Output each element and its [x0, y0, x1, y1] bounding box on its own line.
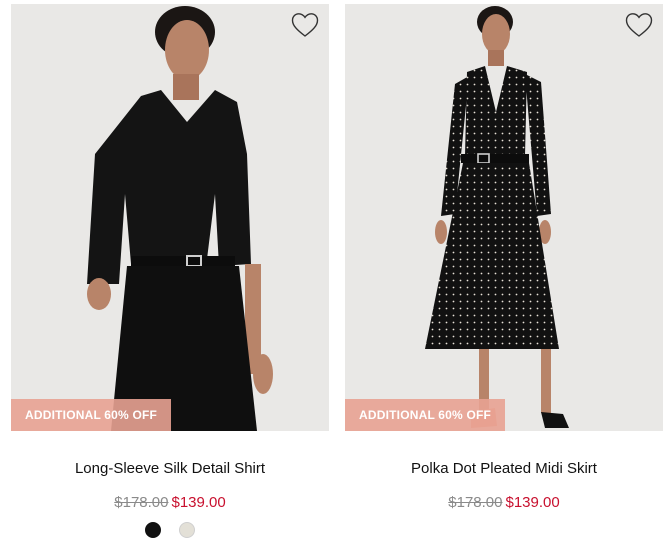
- color-swatches: [11, 522, 329, 538]
- product-image-link[interactable]: ADDITIONAL 60% OFF: [11, 4, 329, 431]
- heart-outline-icon[interactable]: [625, 12, 653, 38]
- price-row: $178.00 $139.00: [11, 494, 329, 512]
- heart-outline-icon[interactable]: [291, 12, 319, 38]
- product-info: Polka Dot Pleated Midi Skirt $178.00 $139…: [345, 460, 663, 512]
- original-price: $178.00: [448, 494, 503, 511]
- product-card: ADDITIONAL 60% OFF Polka Dot Pleated Mid…: [345, 4, 663, 512]
- product-image: [11, 4, 329, 431]
- original-price: $178.00: [114, 494, 169, 511]
- sale-price: $139.00: [171, 494, 226, 511]
- product-name-link[interactable]: Polka Dot Pleated Midi Skirt: [345, 460, 663, 478]
- product-name-link[interactable]: Long-Sleeve Silk Detail Shirt: [11, 460, 329, 478]
- price-row: $178.00 $139.00: [345, 494, 663, 512]
- product-card: ADDITIONAL 60% OFF Long-Sleeve Silk Deta…: [11, 4, 329, 538]
- swatch-black[interactable]: [145, 522, 161, 538]
- discount-badge: ADDITIONAL 60% OFF: [345, 399, 506, 431]
- product-image: [345, 4, 663, 431]
- discount-badge: ADDITIONAL 60% OFF: [11, 399, 172, 431]
- product-info: Long-Sleeve Silk Detail Shirt $178.00 $13…: [11, 460, 329, 538]
- product-image-link[interactable]: ADDITIONAL 60% OFF: [345, 4, 663, 431]
- swatch-ivory[interactable]: [179, 522, 195, 538]
- sale-price: $139.00: [505, 494, 560, 511]
